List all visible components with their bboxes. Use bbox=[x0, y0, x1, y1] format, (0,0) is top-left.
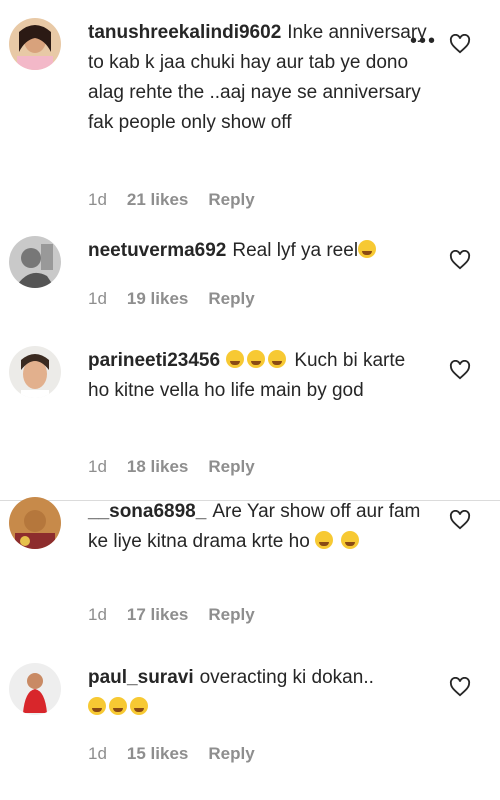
comment-text: parineeti23456 Kuch bi karte ho kitne ve… bbox=[88, 346, 428, 406]
avatar[interactable] bbox=[9, 236, 61, 288]
comment-likes[interactable]: 18 likes bbox=[127, 457, 188, 477]
comment-meta: 1d 18 likes Reply bbox=[88, 457, 255, 477]
comment-text: paul_suravi overacting ki dokan.. bbox=[88, 663, 428, 723]
laughing-emoji-icon bbox=[130, 697, 148, 715]
comment-likes[interactable]: 17 likes bbox=[127, 605, 188, 625]
comment-text: tanushreekalindi9602 Inke anniversary to … bbox=[88, 18, 428, 138]
comment-time: 1d bbox=[88, 744, 107, 763]
comment-likes[interactable]: 15 likes bbox=[127, 744, 188, 764]
laughing-emoji-icon bbox=[358, 240, 377, 258]
comment-meta: 1d 19 likes Reply bbox=[88, 289, 255, 309]
avatar[interactable] bbox=[9, 346, 61, 398]
heart-icon[interactable] bbox=[449, 250, 471, 270]
crying-emoji-icon bbox=[315, 531, 334, 549]
reply-button[interactable]: Reply bbox=[208, 744, 254, 764]
comment-username[interactable]: paul_suravi bbox=[88, 667, 194, 688]
comment-time: 1d bbox=[88, 289, 107, 308]
comment-meta: 1d 15 likes Reply bbox=[88, 744, 255, 764]
heart-icon[interactable] bbox=[449, 677, 471, 697]
comment-body: Real lyf ya reel bbox=[232, 240, 359, 261]
comment-meta: 1d 21 likes Reply bbox=[88, 190, 255, 210]
heart-icon[interactable] bbox=[449, 360, 471, 380]
laughing-emoji-icon bbox=[226, 350, 245, 368]
reply-button[interactable]: Reply bbox=[208, 605, 254, 625]
comment-likes[interactable]: 21 likes bbox=[127, 190, 188, 210]
avatar[interactable] bbox=[9, 497, 61, 549]
avatar[interactable] bbox=[9, 663, 61, 715]
comment-time: 1d bbox=[88, 605, 107, 624]
avatar[interactable] bbox=[9, 18, 61, 70]
laughing-emoji-icon bbox=[109, 697, 127, 715]
laughing-emoji-icon bbox=[88, 697, 106, 715]
laughing-emoji-icon bbox=[268, 350, 287, 368]
more-options-icon[interactable]: ••• bbox=[410, 30, 437, 53]
comment-username[interactable]: tanushreekalindi9602 bbox=[88, 22, 281, 43]
comment-text: __sona6898_ Are Yar show off aur fam ke l… bbox=[88, 497, 428, 557]
comment-username[interactable]: neetuverma692 bbox=[88, 240, 226, 261]
comment-text: neetuverma692 Real lyf ya reel bbox=[88, 236, 428, 266]
reply-button[interactable]: Reply bbox=[208, 457, 254, 477]
comment-body: overacting ki dokan.. bbox=[199, 667, 374, 688]
laughing-emoji-icon bbox=[247, 350, 266, 368]
comment-likes[interactable]: 19 likes bbox=[127, 289, 188, 309]
comment-time: 1d bbox=[88, 190, 107, 209]
laughing-emoji-icon bbox=[341, 531, 360, 549]
comment-username[interactable]: __sona6898_ bbox=[88, 501, 206, 522]
comment-username[interactable]: parineeti23456 bbox=[88, 350, 220, 371]
reply-button[interactable]: Reply bbox=[208, 190, 254, 210]
heart-icon[interactable] bbox=[449, 34, 471, 54]
comment-meta: 1d 17 likes Reply bbox=[88, 605, 255, 625]
heart-icon[interactable] bbox=[449, 510, 471, 530]
comment-time: 1d bbox=[88, 457, 107, 476]
reply-button[interactable]: Reply bbox=[208, 289, 254, 309]
